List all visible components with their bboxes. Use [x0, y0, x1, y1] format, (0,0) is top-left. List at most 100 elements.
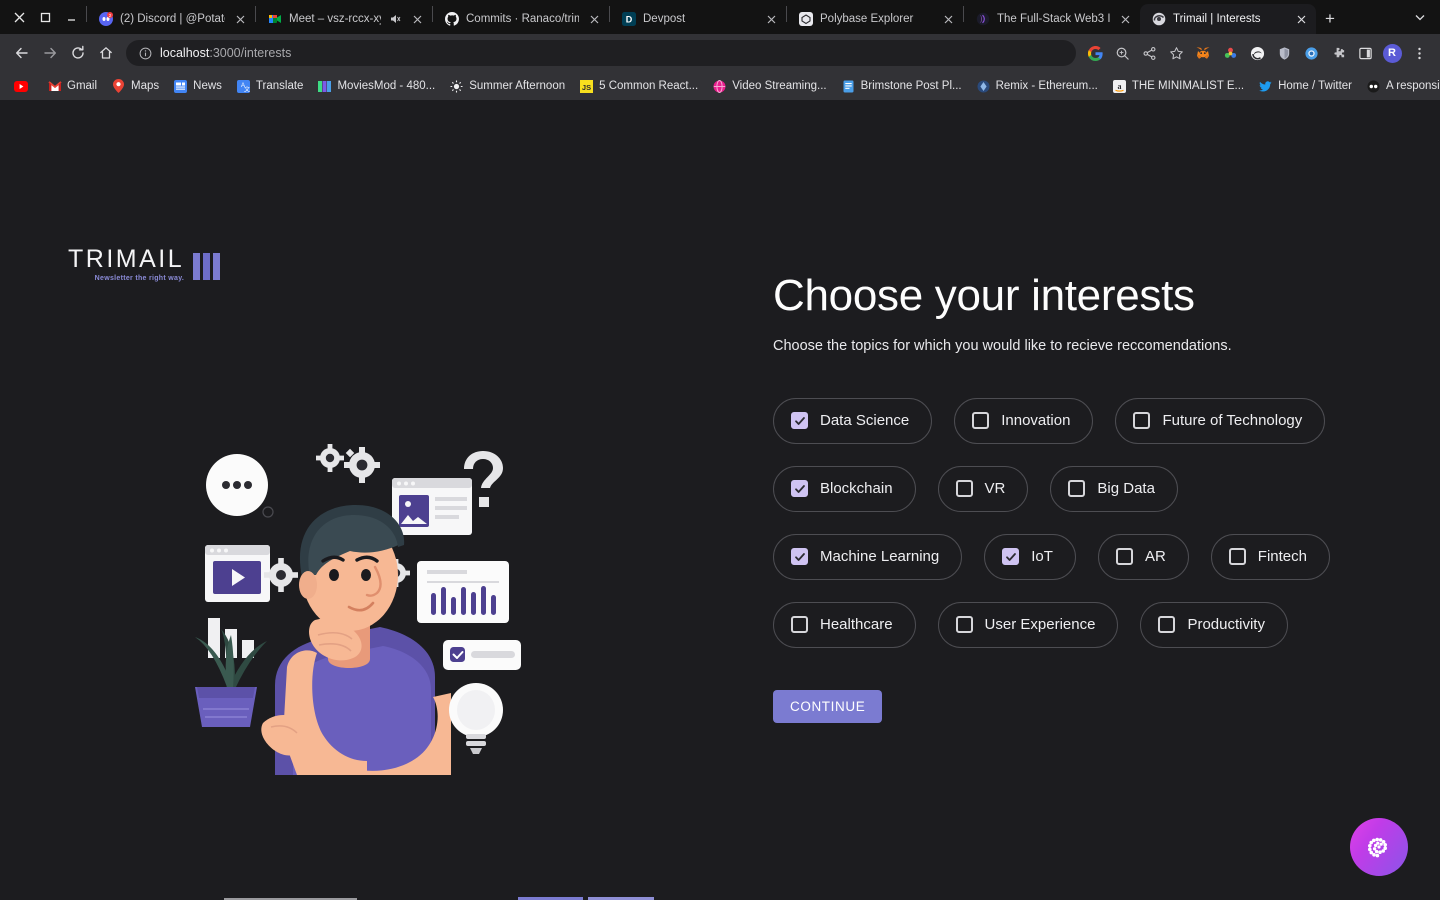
bookmark-label: Summer Afternoon	[469, 80, 565, 92]
checkbox-icon[interactable]	[1158, 616, 1175, 633]
interest-chip-big-data[interactable]: Big Data	[1050, 466, 1178, 512]
google-lens-icon[interactable]	[1082, 40, 1108, 66]
page-subtitle: Choose the topics for which you would li…	[773, 338, 1393, 354]
window-controls	[4, 0, 86, 34]
bookmark-label: A responsive desi...	[1386, 80, 1440, 92]
checkbox-icon[interactable]	[1068, 480, 1085, 497]
reading-list-icon[interactable]	[1352, 40, 1378, 66]
metamask-icon[interactable]	[1190, 40, 1216, 66]
interest-chip-vr[interactable]: VR	[938, 466, 1029, 512]
zoom-search-icon[interactable]	[1109, 40, 1135, 66]
bookmark-responsive-design[interactable]: A responsive desi...	[1359, 76, 1440, 97]
close-icon[interactable]	[763, 11, 780, 28]
interest-chip-innovation[interactable]: Innovation	[954, 398, 1093, 444]
bookmark-youtube[interactable]	[6, 76, 40, 97]
video-icon	[712, 79, 727, 94]
tab-polybase-explorer[interactable]: Polybase Explorer	[787, 4, 963, 34]
tab-google-meet[interactable]: Meet – vsz-rccx-xya	[256, 4, 432, 34]
logo-text: TRIMAIL Newsletter the right way.	[68, 247, 184, 282]
interest-chip-iot[interactable]: IoT	[984, 534, 1076, 580]
checkbox-icon[interactable]	[1133, 412, 1150, 429]
bookmark-label: MoviesMod - 480...	[337, 80, 435, 92]
shield-icon[interactable]	[1271, 40, 1297, 66]
bookmark-maps[interactable]: Maps	[104, 76, 166, 97]
maps-icon	[111, 79, 126, 94]
bookmark-5-common-react[interactable]: JS 5 Common React...	[572, 76, 705, 97]
tab-discord[interactable]: 2 (2) Discord | @Potato	[87, 4, 255, 34]
tab-github-commits[interactable]: Commits · Ranaco/trimail	[433, 4, 609, 34]
tab-full-stack-web3[interactable]: The Full-Stack Web3 Infrastru	[964, 4, 1140, 34]
continue-button[interactable]: CONTINUE	[773, 690, 882, 723]
interest-chip-blockchain[interactable]: Blockchain	[773, 466, 916, 512]
interest-chip-user-experience[interactable]: User Experience	[938, 602, 1119, 648]
bookmark-news[interactable]: News	[166, 76, 229, 97]
interest-label: Innovation	[1001, 412, 1070, 429]
site-info-icon[interactable]	[138, 46, 152, 60]
checkbox-icon[interactable]	[1229, 548, 1246, 565]
checkbox-icon[interactable]	[1002, 548, 1019, 565]
colorpicker-icon[interactable]	[1217, 40, 1243, 66]
share-icon[interactable]	[1136, 40, 1162, 66]
browser-menu-button[interactable]	[1406, 40, 1432, 66]
interest-label: AR	[1145, 548, 1166, 565]
interest-chip-data-science[interactable]: Data Science	[773, 398, 932, 444]
checkbox-icon[interactable]	[956, 616, 973, 633]
tab-trimail-interests[interactable]: Trimail | Interests	[1140, 4, 1316, 34]
interest-chip-healthcare[interactable]: Healthcare	[773, 602, 916, 648]
close-icon[interactable]	[940, 11, 957, 28]
bookmark-home-twitter[interactable]: Home / Twitter	[1251, 76, 1359, 97]
close-icon[interactable]	[1117, 11, 1134, 28]
mute-tab-icon[interactable]	[388, 12, 402, 26]
doc-icon	[841, 79, 856, 94]
interest-chip-fintech[interactable]: Fintech	[1211, 534, 1330, 580]
close-icon[interactable]	[232, 11, 249, 28]
interest-chip-machine-learning[interactable]: Machine Learning	[773, 534, 962, 580]
checkbox-icon[interactable]	[1116, 548, 1133, 565]
bookmark-the-minimalist[interactable]: a THE MINIMALIST E...	[1105, 76, 1251, 97]
new-tab-button[interactable]: +	[1316, 5, 1344, 33]
minimize-window-button[interactable]	[58, 0, 84, 34]
interest-chip-future-of-technology[interactable]: Future of Technology	[1115, 398, 1325, 444]
close-icon[interactable]	[586, 11, 603, 28]
edge-icon[interactable]	[1244, 40, 1270, 66]
browser-extension-icon[interactable]	[1298, 40, 1324, 66]
bookmark-gmail[interactable]: Gmail	[40, 76, 104, 97]
interest-label: IoT	[1031, 548, 1053, 565]
tab-title: Meet – vsz-rccx-xya	[289, 13, 381, 25]
bookmark-translate[interactable]: A文 Translate	[229, 76, 311, 97]
close-icon[interactable]	[1293, 11, 1310, 28]
address-bar[interactable]: localhost:3000/interests	[126, 40, 1076, 66]
bookmark-label: Home / Twitter	[1278, 80, 1352, 92]
checkbox-icon[interactable]	[972, 412, 989, 429]
back-button[interactable]	[8, 39, 36, 67]
forward-button[interactable]	[36, 39, 64, 67]
maximize-window-button[interactable]	[32, 0, 58, 34]
checkbox-icon[interactable]	[791, 616, 808, 633]
profile-avatar[interactable]: R	[1379, 40, 1405, 66]
checkbox-icon[interactable]	[791, 412, 808, 429]
bookmark-video-streaming[interactable]: Video Streaming...	[705, 76, 833, 97]
browser-toolbar: localhost:3000/interests	[0, 34, 1440, 72]
bookmark-moviesmod[interactable]: MoviesMod - 480...	[310, 76, 442, 97]
bookmark-remix-ethereum[interactable]: Remix - Ethereum...	[969, 76, 1105, 97]
google-meet-icon	[267, 12, 282, 27]
close-window-button[interactable]	[6, 0, 32, 34]
bookmark-summer-afternoon[interactable]: Summer Afternoon	[442, 76, 572, 97]
interest-chip-ar[interactable]: AR	[1098, 534, 1189, 580]
puzzle-extensions-icon[interactable]	[1325, 40, 1351, 66]
checkbox-icon[interactable]	[956, 480, 973, 497]
home-button[interactable]	[92, 39, 120, 67]
interest-label: VR	[985, 480, 1006, 497]
trimail-logo[interactable]: TRIMAIL Newsletter the right way.	[68, 247, 220, 282]
close-icon[interactable]	[409, 11, 426, 28]
reload-button[interactable]	[64, 39, 92, 67]
bookmark-brimstone-post[interactable]: Brimstone Post Pl...	[834, 76, 969, 97]
chat-widget-button[interactable]	[1350, 818, 1408, 876]
interest-chip-productivity[interactable]: Productivity	[1140, 602, 1288, 648]
tab-devpost[interactable]: D Devpost	[610, 4, 786, 34]
interest-label: Productivity	[1187, 616, 1265, 633]
checkbox-icon[interactable]	[791, 480, 808, 497]
tab-search-chevron-down-icon[interactable]	[1406, 3, 1434, 31]
bookmark-star-icon[interactable]	[1163, 40, 1189, 66]
checkbox-icon[interactable]	[791, 548, 808, 565]
